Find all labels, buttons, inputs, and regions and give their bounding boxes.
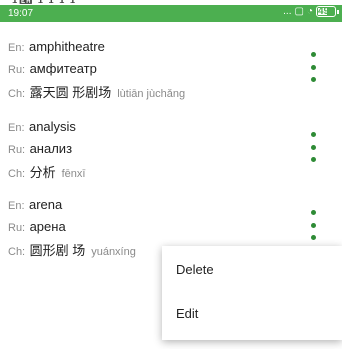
russian-line: Ru: арена: [8, 218, 66, 236]
russian-line: Ru: амфитеатр: [8, 60, 97, 78]
english-word: analysis: [28, 119, 76, 134]
status-bar: 19:07 ... ▢ ◔ 49: [0, 5, 342, 22]
chinese-word: 分析: [29, 165, 56, 180]
en-tag: En:: [8, 42, 25, 54]
ru-tag: Ru:: [8, 64, 26, 76]
more-options-icon[interactable]: [308, 132, 318, 162]
english-line: En: analysis: [8, 118, 76, 136]
cropped-glyphs: ꟻ꟪ꟻꟻꟻꟻ: [8, 0, 77, 7]
ru-tag: Ru:: [8, 144, 26, 156]
ch-tag: Ch:: [8, 246, 26, 258]
sim-icon: ▢: [294, 6, 304, 17]
more-options-icon[interactable]: [308, 210, 318, 240]
dots-icon: ...: [283, 6, 292, 17]
english-word: amphitheatre: [28, 39, 105, 54]
ch-tag: Ch:: [8, 88, 26, 100]
battery-level: 49: [318, 6, 330, 17]
russian-word: амфитеатр: [29, 61, 97, 76]
battery-icon: 49: [316, 6, 339, 17]
word-item[interactable]: En: amphitheatre Ru: амфитеатр Ch: 露天圆 形…: [0, 38, 342, 106]
chinese-word: 圆形剧 场: [29, 243, 86, 258]
word-item[interactable]: En: analysis Ru: анализ Ch: 分析 fēnxī: [0, 118, 342, 186]
chinese-line: Ch: 分析 fēnxī: [8, 162, 85, 182]
context-menu: Delete Edit: [162, 246, 342, 340]
pinyin: yuánxíng: [91, 246, 136, 258]
russian-word: арена: [29, 219, 66, 234]
english-line: En: amphitheatre: [8, 38, 105, 56]
chinese-line: Ch: 露天圆 形剧场 lùtiān jùchǎng: [8, 82, 185, 102]
ru-tag: Ru:: [8, 222, 26, 234]
edit-menu-item[interactable]: Edit: [176, 306, 198, 321]
chinese-line: Ch: 圆形剧 场 yuánxíng: [8, 240, 136, 260]
russian-line: Ru: анализ: [8, 140, 72, 158]
english-line: En: arena: [8, 196, 62, 214]
status-icons: ... ▢ ◔ 49: [283, 6, 339, 17]
ch-tag: Ch:: [8, 168, 26, 180]
cropped-header-text: ꟻ꟪ꟻꟻꟻꟻ: [0, 0, 342, 7]
russian-word: анализ: [29, 141, 73, 156]
english-word: arena: [28, 197, 63, 212]
pinyin: lùtiān jùchǎng: [117, 88, 186, 100]
delete-menu-item[interactable]: Delete: [176, 262, 214, 277]
en-tag: En:: [8, 200, 25, 212]
wifi-icon: ◔: [306, 6, 313, 17]
chinese-word: 露天圆 形剧场: [29, 85, 112, 100]
status-time: 19:07: [8, 8, 34, 19]
more-options-icon[interactable]: [308, 52, 318, 82]
en-tag: En:: [8, 122, 25, 134]
pinyin: fēnxī: [61, 168, 86, 180]
